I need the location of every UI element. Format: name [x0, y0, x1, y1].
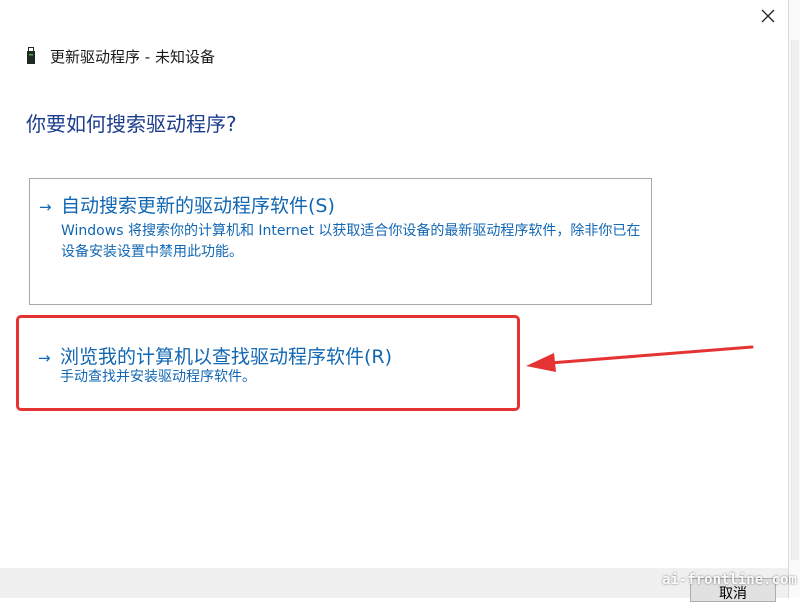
annotation-highlight-box — [16, 315, 520, 411]
close-icon — [761, 9, 775, 23]
usb-device-icon — [27, 47, 35, 64]
arrow-right-icon: → — [39, 198, 52, 216]
page-heading: 你要如何搜索驱动程序? — [26, 112, 237, 136]
scrollbar-thumb[interactable] — [791, 40, 799, 560]
window-title: 更新驱动程序 - 未知设备 — [50, 47, 215, 66]
window-titlebar: 更新驱动程序 - 未知设备 — [26, 44, 215, 68]
close-button[interactable] — [752, 2, 784, 30]
option-title: 自动搜索更新的驱动程序软件(S) — [61, 195, 335, 217]
option-description: Windows 将搜索你的计算机和 Internet 以获取适合你设备的最新驱动… — [61, 223, 641, 260]
watermark-text: ai-frontline.com — [662, 572, 797, 588]
annotation-arrow-icon — [526, 345, 754, 372]
option-title-row: → 自动搜索更新的驱动程序软件(S) — [39, 191, 335, 218]
driver-update-dialog: 更新驱动程序 - 未知设备 你要如何搜索驱动程序? → 自动搜索更新的驱动程序软… — [0, 0, 789, 602]
auto-search-option[interactable]: → 自动搜索更新的驱动程序软件(S) Windows 将搜索你的计算机和 Int… — [29, 178, 652, 305]
